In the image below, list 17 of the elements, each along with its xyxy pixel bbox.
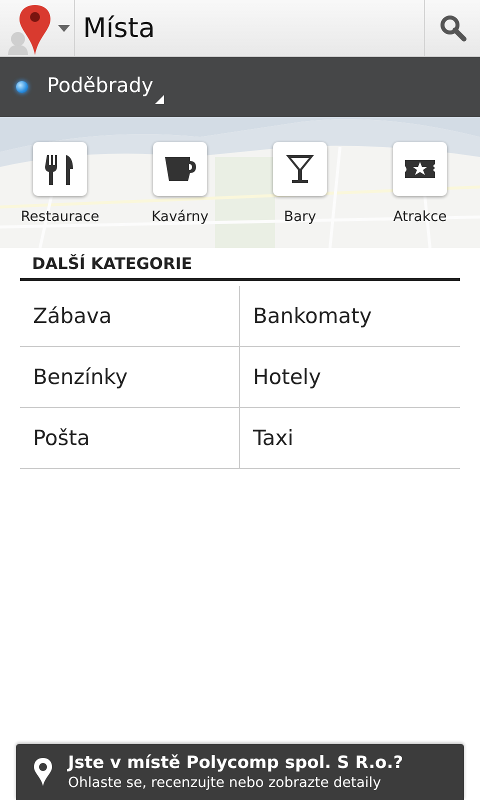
category-shortcut[interactable]: Restaurace — [20, 142, 100, 225]
search-icon — [438, 14, 466, 42]
app-title: Místa — [82, 12, 156, 46]
category-item[interactable]: Zábava — [20, 286, 240, 347]
banner-subtitle: Ohlaste se, recenzujte nebo zobrazte detaily — [68, 775, 382, 791]
location-pin-icon — [34, 758, 52, 786]
banner-title: Jste v místě Polycomp spol. S R.o.? — [68, 753, 404, 773]
section-heading: DALŠÍ KATEGORIE — [20, 252, 460, 281]
check-in-banner[interactable]: Jste v místě Polycomp spol. S R.o.? Ohlaste se, recenzujte nebo zobrazte detaily — [16, 744, 464, 800]
category-item[interactable]: Benzínky — [20, 347, 240, 408]
category-item[interactable]: Bankomaty — [240, 286, 460, 347]
category-item[interactable]: Pošta — [20, 408, 240, 469]
category-item[interactable]: Taxi — [240, 408, 460, 469]
category-item[interactable]: Hotely — [240, 347, 460, 408]
location-dot-icon — [16, 81, 28, 93]
dropdown-corner-icon — [155, 95, 164, 104]
location-selector[interactable]: Poděbrady — [47, 73, 154, 101]
